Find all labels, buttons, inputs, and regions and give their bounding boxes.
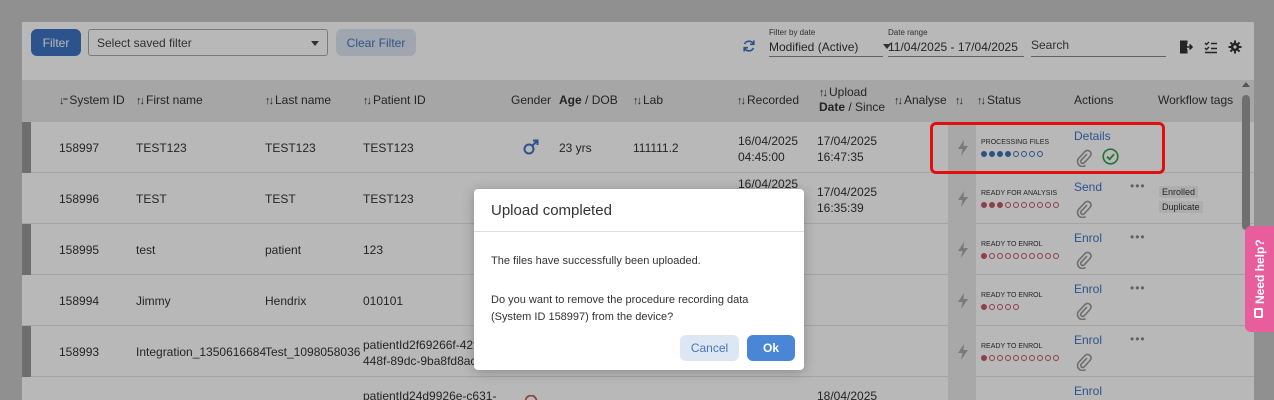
highlight-annotation	[930, 122, 1165, 174]
need-help-tab[interactable]: Need help?	[1245, 226, 1274, 332]
dialog-message: The files have successfully been uploade…	[491, 255, 701, 267]
dialog-title: Upload completed	[491, 202, 612, 219]
help-icon	[1254, 308, 1263, 318]
ok-button[interactable]: Ok	[747, 335, 795, 361]
dialog-divider	[474, 231, 804, 232]
upload-completed-dialog: Upload completed The files have successf…	[474, 189, 804, 370]
cancel-button[interactable]: Cancel	[680, 335, 739, 361]
need-help-label: Need help?	[1253, 239, 1267, 304]
dialog-question: Do you want to remove the procedure reco…	[491, 294, 749, 323]
